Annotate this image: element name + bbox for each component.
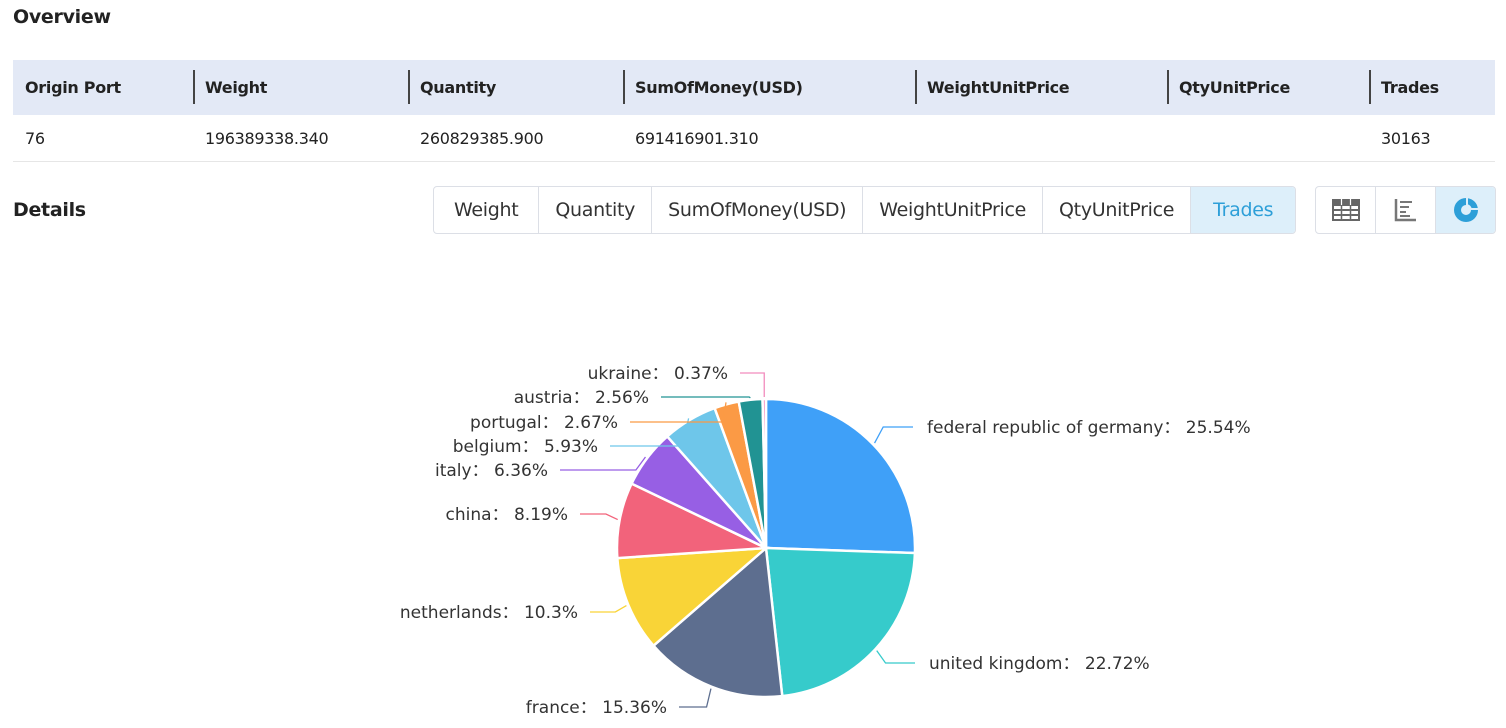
pie-slice-federal-republic-of-germany[interactable] (764, 397, 917, 555)
tab-trades[interactable]: Trades (1190, 187, 1296, 233)
pie-label-france: france： 15.36% (526, 698, 667, 718)
leader-line-france (679, 688, 712, 708)
details-title: Details (13, 199, 86, 221)
bar-view-button[interactable] (1375, 187, 1435, 233)
cell-qty-unit-price (1167, 115, 1369, 162)
view-switcher (1315, 186, 1496, 234)
column-header-origin-port: Origin Port (13, 60, 193, 115)
pie-label-ukraine: ukraine： 0.37% (588, 364, 728, 384)
leader-line-federal-republic-of-germany (873, 426, 913, 444)
pie-label-netherlands: netherlands： 10.3% (400, 603, 578, 623)
tab-weight[interactable]: Weight (434, 187, 538, 233)
pie-label-portugal: portugal： 2.67% (470, 413, 618, 433)
column-header-trades: Trades (1369, 60, 1495, 115)
leader-line-ukraine (740, 372, 765, 398)
table-row: 76 196389338.340 260829385.900 691416901… (13, 115, 1495, 162)
table-view-button[interactable] (1316, 187, 1375, 233)
tab-weight-unit-price[interactable]: WeightUnitPrice (862, 187, 1042, 233)
pie-label-united-kingdom: united kingdom： 22.72% (929, 654, 1150, 674)
pie-slices (615, 397, 917, 699)
leader-line-netherlands (590, 605, 627, 613)
pie-label-austria: austria： 2.56% (514, 388, 649, 408)
cell-sum-of-money: 691416901.310 (623, 115, 915, 162)
column-header-weight-unit-price: WeightUnitPrice (915, 60, 1167, 115)
pie-label-federal-republic-of-germany: federal republic of germany： 25.54% (927, 418, 1251, 438)
column-header-quantity: Quantity (408, 60, 623, 115)
cell-trades: 30163 (1369, 115, 1495, 162)
tab-qty-unit-price[interactable]: QtyUnitPrice (1042, 187, 1190, 233)
pie-label-italy: italy： 6.36% (435, 461, 548, 481)
pie-label-belgium: belgium： 5.93% (453, 437, 598, 457)
column-header-sum-of-money: SumOfMoney(USD) (623, 60, 915, 115)
leader-line-china (580, 513, 618, 521)
pie-label-china: china： 8.19% (446, 505, 568, 525)
pie-chart: federal republic of germany： 25.54% unite… (400, 364, 1251, 718)
bar-chart-icon (1394, 199, 1416, 222)
cell-quantity: 260829385.900 (408, 115, 623, 162)
metric-tabs: Weight Quantity SumOfMoney(USD) WeightUn… (433, 186, 1297, 234)
tab-quantity[interactable]: Quantity (538, 187, 651, 233)
overview-title: Overview (13, 6, 111, 28)
column-header-weight: Weight (193, 60, 408, 115)
pie-chart-icon (1453, 198, 1478, 222)
tab-sum-of-money[interactable]: SumOfMoney(USD) (651, 187, 862, 233)
cell-weight-unit-price (915, 115, 1167, 162)
column-header-qty-unit-price: QtyUnitPrice (1167, 60, 1369, 115)
pie-view-button[interactable] (1435, 187, 1495, 233)
leader-line-italy (560, 456, 646, 471)
leader-line-austria (661, 396, 751, 399)
cell-weight: 196389338.340 (193, 115, 408, 162)
leader-line-united-kingdom (876, 650, 915, 664)
overview-table: Origin Port Weight Quantity SumOfMoney(U… (13, 60, 1495, 162)
overview-header-row: Origin Port Weight Quantity SumOfMoney(U… (13, 60, 1495, 115)
table-icon (1331, 199, 1360, 221)
pie-slice-united-kingdom[interactable] (764, 546, 917, 698)
cell-origin-port: 76 (13, 115, 193, 162)
